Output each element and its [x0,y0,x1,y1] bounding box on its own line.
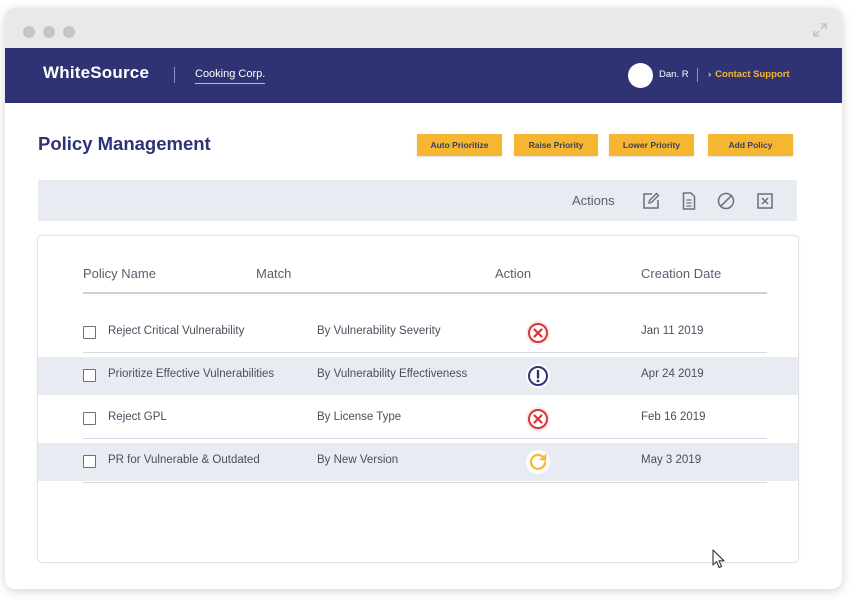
policy-table: Policy Name Match Action Creation Date R… [37,235,799,563]
table-row[interactable]: Reject Critical Vulnerability By Vulnera… [38,314,798,352]
policy-match: By Vulnerability Severity [317,325,441,337]
policy-name: PR for Vulnerable & Outdated [108,454,260,466]
creation-date: Jan 11 2019 [641,325,704,337]
reject-icon [526,407,550,431]
column-header-action[interactable]: Action [495,266,531,281]
window-dot-close[interactable] [23,26,35,38]
disable-icon[interactable] [716,191,736,211]
row-checkbox[interactable] [83,455,96,468]
alert-icon [526,364,550,388]
creation-date: Feb 16 2019 [641,411,706,423]
raise-priority-button[interactable]: Raise Priority [514,134,598,156]
expand-icon[interactable] [812,22,828,38]
policy-name: Prioritize Effective Vulnerabilities [108,368,275,380]
edit-icon[interactable] [641,191,661,211]
browser-window: WhiteSource Cooking Corp. Dan. R › Contac… [5,8,842,589]
row-checkbox[interactable] [83,369,96,382]
row-checkbox[interactable] [83,326,96,339]
avatar[interactable] [628,63,653,88]
header-divider-2 [697,68,698,82]
chevron-right-icon: › [708,69,712,80]
actions-label: Actions [572,193,615,208]
policy-name: Reject Critical Vulnerability [108,325,245,337]
creation-date: May 3 2019 [641,454,702,466]
table-row[interactable]: PR for Vulnerable & Outdated By New Vers… [38,443,798,481]
header-divider-line [83,292,767,294]
user-name[interactable]: Dan. R [659,69,689,80]
contact-support-link[interactable]: › Contact Support [708,69,790,80]
window-dot-maximize[interactable] [63,26,75,38]
row-divider [83,352,767,353]
page-title: Policy Management [38,133,211,154]
policy-match: By License Type [317,411,402,423]
row-divider [83,482,767,483]
contact-support-label: Contact Support [715,69,790,80]
policy-match: By New Version [317,454,399,466]
table-row[interactable]: Prioritize Effective Vulnerabilities By … [38,357,798,395]
lower-priority-button[interactable]: Lower Priority [609,134,694,156]
table-row[interactable]: Reject GPL By License Type Feb 16 2019 [38,400,798,438]
organization-selector[interactable]: Cooking Corp. [195,68,266,84]
policy-name: Reject GPL [108,411,167,423]
policy-match: By Vulnerability Effectiveness [317,368,468,380]
mouse-cursor-icon [712,549,725,569]
actions-toolbar: Actions [38,180,797,221]
window-dot-minimize[interactable] [43,26,55,38]
window-titlebar [5,8,842,48]
row-checkbox[interactable] [83,412,96,425]
header-divider [174,67,175,83]
document-icon[interactable] [679,191,699,211]
auto-prioritize-button[interactable]: Auto Prioritize [417,134,502,156]
refresh-icon [526,450,550,474]
add-policy-button[interactable]: Add Policy [708,134,793,156]
delete-icon[interactable] [755,191,775,211]
column-header-policy-name[interactable]: Policy Name [83,266,156,281]
app-header: WhiteSource Cooking Corp. Dan. R › Contac… [5,48,842,103]
creation-date: Apr 24 2019 [641,368,704,380]
column-header-match[interactable]: Match [256,266,291,281]
brand-logo[interactable]: WhiteSource [43,63,149,83]
reject-icon [526,321,550,345]
column-header-creation-date[interactable]: Creation Date [641,266,721,281]
row-divider [83,438,767,439]
